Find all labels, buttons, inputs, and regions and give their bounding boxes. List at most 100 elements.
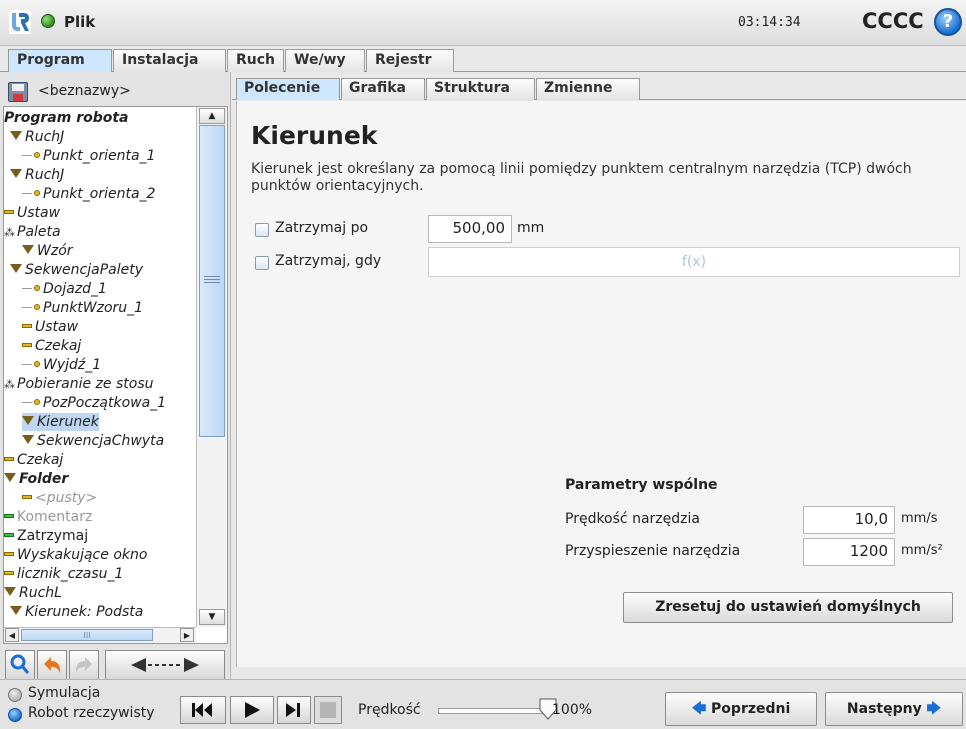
hscroll-thumb[interactable]: III xyxy=(21,629,153,641)
tree-node[interactable]: PozPoczątkowa_1 xyxy=(22,394,166,412)
tree-node[interactable]: Kierunek xyxy=(22,413,99,431)
tab-program[interactable]: Program xyxy=(8,49,112,73)
waypoint-icon xyxy=(34,361,40,367)
rewind-button[interactable] xyxy=(180,696,226,724)
move-node-button[interactable] xyxy=(105,650,225,680)
undo-button[interactable] xyxy=(37,650,67,680)
arrow-right-icon: 🡆 xyxy=(926,701,942,717)
tab-move[interactable]: Ruch xyxy=(227,49,284,72)
folder-triangle-icon xyxy=(4,473,16,482)
step-button[interactable] xyxy=(277,696,311,724)
search-button[interactable] xyxy=(5,650,35,680)
tree-node[interactable]: Program robota xyxy=(4,109,129,127)
stop-when-expression[interactable]: f(x) xyxy=(428,247,960,277)
scroll-down-icon[interactable]: ▼ xyxy=(199,609,225,625)
help-icon[interactable]: ? xyxy=(934,8,962,36)
tree-node[interactable]: RuchL xyxy=(4,584,62,602)
tool-speed-field[interactable]: 10,0 xyxy=(803,506,895,534)
tree-node[interactable]: Czekaj xyxy=(4,451,63,469)
tree-node[interactable]: Wyskakujące okno xyxy=(4,546,147,564)
real-robot-radio[interactable] xyxy=(8,708,22,722)
reset-defaults-button[interactable]: Zresetuj do ustawień domyślnych xyxy=(623,592,953,623)
stop-after-checkbox[interactable] xyxy=(255,223,269,237)
waypoint-icon xyxy=(34,190,40,196)
scroll-up-icon[interactable]: ▲ xyxy=(199,108,225,124)
tree-node[interactable]: Ustaw xyxy=(22,318,78,336)
scrollbar-thumb[interactable] xyxy=(199,125,225,437)
tree-node-label: Zatrzymaj xyxy=(17,528,89,544)
speed-value: 100% xyxy=(552,702,593,718)
tree-node[interactable]: RuchJ xyxy=(10,166,64,184)
real-robot-label: Robot rzeczywisty xyxy=(28,705,155,721)
folder-triangle-icon xyxy=(10,169,22,178)
bottom-bar: Symulacja Robot rzeczywisty Prędkość 100… xyxy=(0,679,966,729)
tree-node[interactable]: Punkt_orienta_1 xyxy=(22,147,155,165)
tree-node[interactable]: Czekaj xyxy=(22,337,81,355)
tab-graphics[interactable]: Grafika xyxy=(341,78,425,100)
tree-node[interactable]: Wzór xyxy=(22,242,73,260)
stop-after-field[interactable]: 500,00 xyxy=(428,215,512,243)
program-sidebar: <beznazwy> Program robota RuchJ Punkt_orie… xyxy=(0,72,231,680)
tree-node[interactable]: licznik_czasu_1 xyxy=(4,565,123,583)
redo-icon xyxy=(75,657,92,673)
tab-installation[interactable]: Instalacja xyxy=(113,49,226,72)
step-icon xyxy=(286,703,300,717)
tree-node-label: Ustaw xyxy=(17,205,61,221)
stop-when-checkbox[interactable] xyxy=(255,256,269,270)
stop-button[interactable] xyxy=(314,696,342,724)
tree-node[interactable]: Dojazd_1 xyxy=(22,280,107,298)
file-menu[interactable]: Plik xyxy=(64,13,95,31)
tree-node[interactable]: Ustaw xyxy=(4,204,60,222)
program-name: <beznazwy> xyxy=(38,83,131,99)
tree-node[interactable]: PunktWzoru_1 xyxy=(22,299,143,317)
tree-node-label: Wyjdź_1 xyxy=(43,357,102,373)
play-button[interactable] xyxy=(230,696,274,724)
tab-io[interactable]: We/wy xyxy=(285,49,365,72)
stop-after-unit: mm xyxy=(517,220,545,236)
stop-when-label: Zatrzymaj, gdy xyxy=(275,253,382,269)
tool-accel-label: Przyspieszenie narzędzia xyxy=(565,543,741,559)
redo-button[interactable] xyxy=(69,650,99,680)
tree-vertical-scrollbar[interactable]: ▲ ▼ xyxy=(196,107,227,627)
command-icon xyxy=(22,324,32,328)
tree-node[interactable]: ⁂ Paleta xyxy=(4,223,61,241)
tree-node[interactable]: SekwencjaPalety xyxy=(10,261,143,279)
save-icon[interactable] xyxy=(8,82,28,102)
next-button[interactable]: Następny 🡆 xyxy=(825,692,963,726)
tab-log[interactable]: Rejestr xyxy=(366,49,454,72)
clock: 03:14:34 xyxy=(738,15,801,30)
pallet-icon: ⁂ xyxy=(4,378,15,391)
tree-node[interactable]: Wyjdź_1 xyxy=(22,356,101,374)
tool-speed-unit: mm/s xyxy=(901,511,938,526)
tree-node-label: RuchJ xyxy=(25,167,65,183)
tree-node[interactable]: SekwencjaChwyta xyxy=(22,432,164,450)
tree-node[interactable]: Komentarz xyxy=(4,508,92,526)
main-tabs: Program Instalacja Ruch We/wy Rejestr xyxy=(0,46,966,73)
sub-tabs: Polecenie Grafika Struktura Zmienne xyxy=(232,78,966,100)
tree-node-label: Czekaj xyxy=(35,338,82,354)
tool-accel-field[interactable]: 1200 xyxy=(803,538,895,566)
tree-horizontal-scrollbar[interactable]: ◀ III ▶ xyxy=(4,627,196,643)
tree-node-label: Dojazd_1 xyxy=(43,281,107,297)
tree-node[interactable]: Folder xyxy=(4,470,68,488)
tab-structure[interactable]: Struktura xyxy=(426,78,535,100)
command-green-icon xyxy=(4,533,14,537)
tree-node[interactable]: Punkt_orienta_2 xyxy=(22,185,155,203)
scroll-left-icon[interactable]: ◀ xyxy=(5,628,19,642)
tree-node[interactable]: ⁂ Pobieranie ze stosu xyxy=(4,375,154,393)
tab-command[interactable]: Polecenie xyxy=(236,78,340,100)
folder-triangle-icon xyxy=(10,264,22,273)
folder-triangle-icon xyxy=(22,416,34,425)
tree-node[interactable]: <pusty> xyxy=(22,489,97,507)
command-icon xyxy=(22,343,32,347)
scroll-right-icon[interactable]: ▶ xyxy=(180,628,194,642)
previous-button[interactable]: 🡄 Poprzedni xyxy=(665,692,817,726)
top-bar: Plik 03:14:34 CCCC ? xyxy=(0,0,966,46)
simulation-radio[interactable] xyxy=(8,688,22,702)
speed-slider-track[interactable] xyxy=(438,708,548,714)
tree-node[interactable]: Kierunek: Podsta xyxy=(10,603,143,621)
command-green-icon xyxy=(4,514,14,518)
tree-node[interactable]: RuchJ xyxy=(10,128,64,146)
tree-node[interactable]: Zatrzymaj xyxy=(4,527,88,545)
tab-variables[interactable]: Zmienne xyxy=(536,78,640,100)
